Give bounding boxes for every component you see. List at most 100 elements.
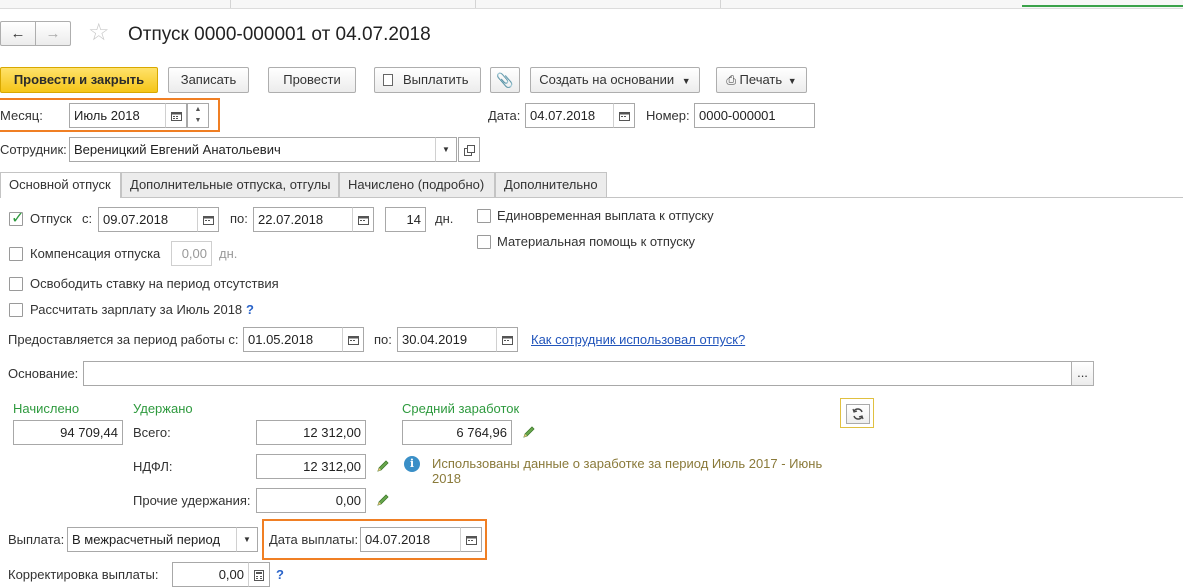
dropdown-arrow-icon: ▼: [243, 535, 251, 544]
calendar-icon: [358, 216, 369, 225]
recalculate-button[interactable]: [840, 398, 874, 428]
pay-button[interactable]: Выплатить: [374, 67, 481, 93]
vacation-label: Отпуск: [30, 211, 72, 226]
other-withholdings-field[interactable]: 0,00: [256, 488, 366, 513]
top-strip: [0, 0, 1183, 9]
arrow-left-icon: ←: [10, 25, 26, 42]
work-period-to-calendar-button[interactable]: [496, 327, 518, 352]
other-withholdings-label: Прочие удержания:: [133, 493, 251, 508]
calculator-icon: [254, 570, 264, 581]
calc-salary-label: Рассчитать зарплату за Июль 2018: [30, 302, 243, 317]
post-and-close-button[interactable]: Провести и закрыть: [0, 67, 158, 93]
post-button[interactable]: Провести: [268, 67, 356, 93]
vacation-days-field[interactable]: 14: [385, 207, 426, 232]
dropdown-arrow-icon: ▼: [681, 76, 691, 86]
attach-button[interactable]: 📎: [490, 67, 520, 93]
payment-dropdown-button[interactable]: ▼: [236, 527, 258, 552]
refresh-icon: [852, 408, 864, 420]
lump-sum-label: Единовременная выплата к отпуску: [497, 208, 714, 223]
basis-select-button[interactable]: ...: [1071, 361, 1094, 386]
pencil-icon[interactable]: [522, 425, 536, 442]
top-strip-divider: [720, 0, 721, 8]
top-strip-divider: [475, 0, 476, 8]
avg-earnings-label: Средний заработок: [402, 401, 520, 416]
compensation-checkbox[interactable]: [9, 247, 23, 261]
employee-open-button[interactable]: [458, 137, 480, 162]
calendar-icon: [502, 336, 513, 345]
avg-info-text: Использованы данные о заработке за перио…: [432, 456, 823, 471]
vacation-checkbox[interactable]: ✓: [9, 210, 24, 227]
calendar-icon: [203, 216, 214, 225]
material-aid-label: Материальная помощь к отпуску: [497, 234, 696, 249]
payment-label: Выплата:: [8, 532, 65, 547]
compensation-field: 0,00: [171, 241, 212, 266]
star-icon[interactable]: ☆: [88, 20, 110, 46]
compensation-days-label: дн.: [219, 246, 238, 261]
tab-additional[interactable]: Дополнительно: [495, 172, 607, 197]
employee-dropdown-button[interactable]: ▼: [435, 137, 457, 162]
ndfl-label: НДФЛ:: [133, 459, 173, 474]
pencil-icon[interactable]: [376, 459, 390, 476]
vacation-from-label: с:: [82, 211, 93, 226]
material-aid-checkbox[interactable]: [477, 235, 491, 249]
payment-select[interactable]: В межрасчетный период: [67, 527, 237, 552]
vacation-from-calendar-button[interactable]: [197, 207, 219, 232]
dropdown-arrow-icon: ▼: [442, 145, 450, 154]
basis-field[interactable]: [83, 361, 1072, 386]
save-button[interactable]: Записать: [168, 67, 249, 93]
vacation-to-calendar-button[interactable]: [352, 207, 374, 232]
free-rate-label: Освободить ставку на период отсутствия: [30, 276, 279, 291]
tab-accrued-detailed[interactable]: Начислено (подробно): [339, 172, 495, 197]
number-label: Номер:: [646, 108, 690, 123]
compensation-label: Компенсация отпуска: [30, 246, 161, 261]
dropdown-arrow-icon: ▼: [787, 76, 797, 86]
total-field[interactable]: 12 312,00: [256, 420, 366, 445]
work-period-to-field[interactable]: 30.04.2019: [397, 327, 497, 352]
date-field[interactable]: 04.07.2018: [525, 103, 617, 128]
top-strip-active-indicator: [1022, 5, 1183, 7]
vacation-usage-link[interactable]: Как сотрудник использовал отпуск?: [531, 332, 745, 348]
correction-field[interactable]: 0,00: [172, 562, 249, 587]
arrow-right-icon: →: [45, 25, 61, 42]
tabs-baseline: [0, 197, 1183, 198]
basis-label: Основание:: [8, 366, 79, 381]
correction-help-icon[interactable]: ?: [276, 567, 284, 583]
calc-salary-checkbox[interactable]: [9, 303, 23, 317]
avg-info-text-cont: 2018: [432, 471, 461, 486]
tab-main-vacation[interactable]: Основной отпуск: [0, 172, 121, 198]
vacation-to-field[interactable]: 22.07.2018: [253, 207, 353, 232]
window-title: Отпуск 0000-000001 от 04.07.2018: [128, 24, 431, 45]
document-icon: [383, 74, 393, 86]
lump-sum-checkbox[interactable]: [477, 209, 491, 223]
pencil-icon[interactable]: [376, 493, 390, 510]
number-field[interactable]: 0000-000001: [694, 103, 815, 128]
correction-calculator-button[interactable]: [248, 562, 270, 587]
date-calendar-button[interactable]: [613, 103, 635, 128]
correction-label: Корректировка выплаты:: [8, 567, 159, 582]
work-period-from-calendar-button[interactable]: [342, 327, 364, 352]
paperclip-icon: 📎: [496, 72, 514, 88]
forward-button[interactable]: →: [35, 21, 71, 46]
print-button[interactable]: ⎙ Печать ▼: [716, 67, 807, 93]
calc-salary-help-icon[interactable]: ?: [246, 302, 254, 318]
open-form-icon: [464, 145, 475, 156]
accrued-field[interactable]: 94 709,44: [13, 420, 123, 445]
create-based-on-button[interactable]: Создать на основании ▼: [530, 67, 700, 93]
date-label: Дата:: [488, 108, 521, 123]
back-button[interactable]: ←: [0, 21, 36, 46]
printer-icon: ⎙: [726, 73, 736, 87]
accrued-label: Начислено: [13, 401, 80, 416]
top-strip-divider: [230, 0, 231, 8]
avg-earnings-field[interactable]: 6 764,96: [402, 420, 512, 445]
employee-label: Сотрудник:: [0, 142, 67, 157]
tab-additional-vacations[interactable]: Дополнительные отпуска, отгулы: [121, 172, 339, 197]
month-highlight: [0, 98, 220, 132]
calendar-icon: [348, 336, 359, 345]
free-rate-checkbox[interactable]: [9, 277, 23, 291]
employee-field[interactable]: Вереницкий Евгений Анатольевич: [69, 137, 436, 162]
info-icon: i: [404, 456, 420, 472]
total-label: Всего:: [133, 425, 171, 440]
ndfl-field[interactable]: 12 312,00: [256, 454, 366, 479]
work-period-from-field[interactable]: 01.05.2018: [243, 327, 343, 352]
vacation-from-field[interactable]: 09.07.2018: [98, 207, 198, 232]
